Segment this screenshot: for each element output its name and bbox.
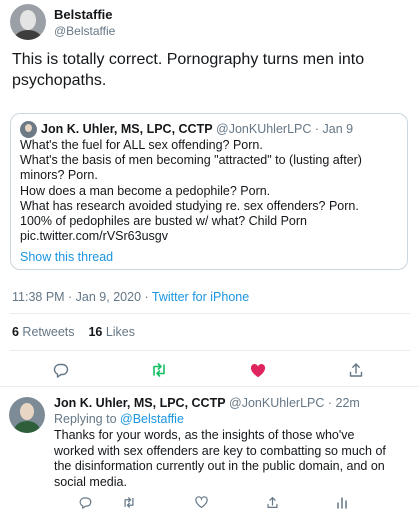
quote-link[interactable]: pic.twitter.com/rVSr63usgv (20, 229, 405, 244)
reply-button[interactable] (50, 359, 72, 381)
reply-text: Thanks for your words, as the insights o… (54, 428, 409, 490)
reply-share-button[interactable] (263, 493, 281, 511)
quote-line: How does a man become a pedophile? Porn. (20, 183, 271, 198)
quote-line: What's the basis of men becoming "attrac… (20, 153, 362, 168)
retweets-count: 6 (12, 325, 19, 339)
author-handle[interactable]: @Belstaffie (54, 24, 115, 38)
quote-header: Jon K. Uhler, MS, LPC, CCTP @JonKUhlerLP… (41, 122, 353, 136)
retweet-icon (153, 363, 165, 377)
retweet-button[interactable] (148, 359, 170, 381)
reply-line: social media. (54, 474, 127, 489)
reply-icon (53, 363, 69, 378)
quote-avatar-face (25, 124, 32, 132)
quote-author-handle: @JonKUhlerLPC · Jan 9 (212, 122, 354, 136)
tweet-stats: 6 Retweets 16 Likes (12, 325, 135, 339)
reply-author-handle[interactable]: @JonKUhlerLPC · 22m (226, 396, 360, 410)
share-icon (349, 363, 363, 377)
quote-text: What's the fuel for ALL sex offending? P… (20, 138, 405, 244)
quote-line: minors? Porn. (20, 168, 98, 183)
reply-like-button[interactable] (192, 493, 210, 511)
share-icon (266, 496, 278, 508)
tweet-meta: 11:38 PM · Jan 9, 2020 · Twitter for iPh… (12, 290, 249, 304)
divider (0, 386, 419, 387)
likes-count: 16 (88, 325, 103, 339)
quote-line: What has research avoided studying re. s… (20, 198, 359, 213)
tweet-source[interactable]: Twitter for iPhone (152, 290, 249, 304)
avatar-body (14, 30, 42, 40)
reply-icon (79, 496, 91, 509)
author-avatar[interactable] (10, 4, 46, 40)
show-thread-link[interactable]: Show this thread (20, 250, 113, 264)
reply-retweet-button[interactable] (120, 493, 138, 511)
retweets-label: Retweets (18, 325, 75, 339)
divider (10, 313, 410, 314)
retweet-icon (124, 496, 134, 508)
avatar-face (20, 10, 36, 30)
retweets-stat[interactable]: 6 Retweets (12, 325, 75, 339)
likes-stat[interactable]: 16 Likes (88, 325, 135, 339)
author-name[interactable]: Belstaffie (54, 7, 113, 22)
tweet-text: This is totally correct. Pornography tur… (12, 51, 365, 89)
heart-icon (194, 496, 208, 508)
like-button[interactable] (247, 359, 269, 381)
quote-line: 100% of pedophiles are busted w/ what? C… (20, 214, 307, 229)
reply-avatar-face (20, 403, 34, 420)
reply-line: worked with sex offenders are key to com… (54, 443, 386, 458)
reply-header: Jon K. Uhler, MS, LPC, CCTP @JonKUhlerLP… (54, 396, 360, 410)
quoted-tweet-card[interactable]: Jon K. Uhler, MS, LPC, CCTP @JonKUhlerLP… (10, 113, 408, 270)
share-button[interactable] (345, 359, 367, 381)
tweet-timestamp[interactable]: 11:38 PM · Jan 9, 2020 · (12, 290, 152, 304)
reply-author-avatar[interactable] (9, 397, 45, 433)
analytics-icon (337, 496, 347, 509)
quote-author-avatar (20, 121, 37, 138)
divider (10, 350, 410, 351)
quote-line: What's the fuel for ALL sex offending? P… (20, 138, 263, 152)
reply-line: the disinformation currently out in the … (54, 459, 385, 473)
reply-avatar-body (14, 421, 40, 433)
reply-reply-button[interactable] (76, 493, 94, 511)
reply-line: Thanks for your words, as the insights o… (54, 428, 355, 442)
reply-author-name[interactable]: Jon K. Uhler, MS, LPC, CCTP (54, 396, 226, 410)
replying-to: Replying to @Belstaffie (54, 412, 184, 426)
reply-analytics-button[interactable] (333, 493, 351, 511)
replying-to-label: Replying to (54, 412, 121, 426)
replying-to-mention[interactable]: @Belstaffie (120, 412, 184, 426)
heart-icon (250, 363, 266, 377)
likes-label: Likes (102, 325, 136, 339)
quote-author-name: Jon K. Uhler, MS, LPC, CCTP (41, 122, 213, 136)
